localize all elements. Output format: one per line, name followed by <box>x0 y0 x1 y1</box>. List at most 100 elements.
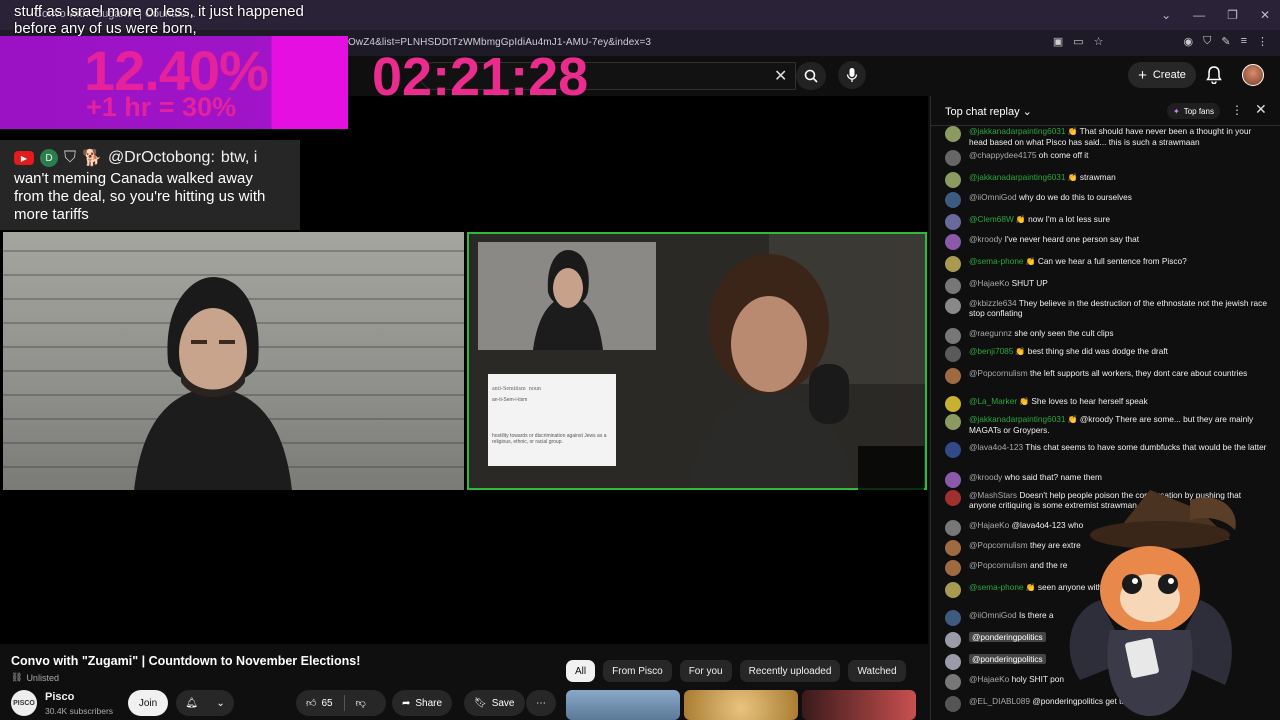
chip-watched[interactable]: Watched <box>848 660 906 682</box>
chat-avatar[interactable] <box>945 126 961 142</box>
like-count[interactable]: 65 <box>321 698 332 709</box>
chat-avatar[interactable] <box>945 192 961 208</box>
chat-message[interactable]: @chappydee4175 oh come off it <box>945 150 1275 166</box>
chat-message[interactable]: @Popcornulism the left supports all work… <box>945 368 1275 384</box>
chat-username[interactable]: @kroody <box>969 472 1002 482</box>
close-chat-icon[interactable]: ✕ <box>1255 101 1267 118</box>
chat-message[interactable]: @jakkanadarpainting6031 👏 That should hav… <box>945 126 1275 147</box>
share-button[interactable]: ➦ Share <box>392 690 453 716</box>
chat-message[interactable]: @kroody I've never heard one person say … <box>945 234 1275 250</box>
join-button[interactable]: Join <box>128 690 168 716</box>
chat-message[interactable]: @HajaeKo SHUT UP <box>945 278 1275 294</box>
channel-name[interactable]: Pisco <box>45 691 74 703</box>
chat-username[interactable]: @sema-phone <box>969 256 1024 266</box>
chat-message[interactable]: @iiOmniGod why do we do this to ourselve… <box>945 192 1275 208</box>
chat-message[interactable]: @MashStars Doesn't help people poison th… <box>945 490 1275 510</box>
chat-message-list[interactable]: @jakkanadarpainting6031 👏 That should hav… <box>931 126 1280 720</box>
chat-username[interactable]: @Popcornulism <box>969 368 1028 378</box>
chat-message[interactable]: @HajaeKo holy SHIT pon <box>945 674 1275 690</box>
chip-for-you[interactable]: For you <box>679 660 732 682</box>
related-thumbnail[interactable] <box>566 690 680 720</box>
tab-list-icon[interactable]: ⌄ <box>1161 8 1171 22</box>
chat-avatar[interactable] <box>945 150 961 166</box>
chat-message[interactable]: @kbizzle634 They believe in the destruct… <box>945 298 1275 318</box>
chat-avatar[interactable] <box>945 490 961 506</box>
chat-avatar[interactable] <box>945 368 961 384</box>
chat-message[interactable]: @La_Marker 👏 She loves to hear herself sp… <box>945 396 1275 412</box>
chat-avatar[interactable] <box>945 414 961 430</box>
chat-username[interactable]: @Clem68W <box>969 214 1014 224</box>
chat-username[interactable]: @iiOmniGod <box>969 192 1017 202</box>
chat-message[interactable]: @lava4o4-123 This chat seems to have som… <box>945 442 1275 458</box>
chat-avatar[interactable] <box>945 214 961 230</box>
related-thumbnail[interactable] <box>684 690 798 720</box>
chat-avatar[interactable] <box>945 172 961 188</box>
chat-avatar[interactable] <box>945 472 961 488</box>
account-avatar[interactable] <box>1242 64 1264 86</box>
chat-username[interactable]: @ponderingpolitics <box>969 654 1046 664</box>
top-fans-button[interactable]: ✦ Top fans <box>1167 103 1220 119</box>
chat-username[interactable]: @kroody <box>969 234 1002 244</box>
chat-avatar[interactable] <box>945 610 961 626</box>
maximize-icon[interactable]: ❐ <box>1227 8 1238 22</box>
related-thumbnail[interactable] <box>802 690 916 720</box>
chip-all[interactable]: All <box>566 660 596 682</box>
search-button[interactable] <box>796 62 826 90</box>
chat-more-icon[interactable]: ⋮ <box>1231 103 1243 117</box>
chat-avatar[interactable] <box>945 298 961 314</box>
save-button[interactable]: 🔖︎ Save <box>464 690 525 716</box>
profile-icon[interactable]: ◉ <box>1184 35 1194 48</box>
chat-message[interactable]: @Clem68W 👏 now I'm a lot less sure <box>945 214 1275 230</box>
chat-avatar[interactable] <box>945 234 961 250</box>
chat-message[interactable]: @benji7085 👏 best thing she did was dodge… <box>945 346 1275 362</box>
chat-username[interactable]: @HajaeKo <box>969 674 1009 684</box>
shield-icon[interactable]: ⛉ <box>1203 35 1211 48</box>
notifications-bell-icon[interactable] <box>1206 66 1222 84</box>
chat-username[interactable]: @jakkanadarpainting6031 <box>969 126 1066 136</box>
chat-message[interactable]: @EL_DIABL089 @ponderingpolitics get the … <box>945 696 1275 712</box>
chat-username[interactable]: @jakkanadarpainting6031 <box>969 414 1066 424</box>
chat-username[interactable]: @HajaeKo <box>969 520 1009 530</box>
minimize-icon[interactable]: — <box>1193 8 1205 22</box>
chat-username[interactable]: @Popcornulism <box>969 560 1028 570</box>
chat-avatar[interactable] <box>945 442 961 458</box>
chat-message[interactable]: @Popcornulism they are extre <box>945 540 1275 556</box>
chat-username[interactable]: @jakkanadarpainting6031 <box>969 172 1066 182</box>
chat-message[interactable]: @kroody who said that? name them <box>945 472 1275 488</box>
chip-recently-uploaded[interactable]: Recently uploaded <box>739 660 841 682</box>
chat-message[interactable]: @iiOmniGod Is there a <box>945 610 1275 626</box>
chat-avatar[interactable] <box>945 696 961 712</box>
chat-message[interactable]: @jakkanadarpainting6031 👏 strawman <box>945 172 1275 188</box>
chat-avatar[interactable] <box>945 582 961 598</box>
chat-username[interactable]: @MashStars <box>969 490 1017 500</box>
chat-username[interactable]: @lava4o4-123 <box>969 442 1023 452</box>
clear-search-icon[interactable]: ✕ <box>774 66 787 86</box>
chat-avatar[interactable] <box>945 674 961 690</box>
chat-username[interactable]: @Popcornulism <box>969 540 1028 550</box>
chat-avatar[interactable] <box>945 328 961 344</box>
chat-username[interactable]: @ponderingpolitics <box>969 632 1046 642</box>
like-icon[interactable]: 👍︎ <box>306 697 316 709</box>
chat-message[interactable]: @raegunnz she only seen the cult clips <box>945 328 1275 344</box>
chat-avatar[interactable] <box>945 632 961 648</box>
chat-message[interactable]: @ponderingpolitics <box>945 632 1275 648</box>
chat-message[interactable]: @jakkanadarpainting6031 👏 @kroody There a… <box>945 414 1275 435</box>
chat-username[interactable]: @iiOmniGod <box>969 610 1017 620</box>
browser-menu-icon[interactable]: ⋮ <box>1257 35 1268 48</box>
chat-message[interactable]: @Popcornulism and the re <box>945 560 1275 576</box>
chat-avatar[interactable] <box>945 346 961 362</box>
chat-avatar[interactable] <box>945 256 961 272</box>
chat-avatar[interactable] <box>945 520 961 536</box>
subscription-bell-button[interactable]: 🔔︎ ⌄ <box>176 690 234 716</box>
chat-avatar[interactable] <box>945 560 961 576</box>
chat-username[interactable]: @sema-phone <box>969 582 1024 592</box>
more-actions-button[interactable]: ⋯ <box>526 690 556 716</box>
channel-avatar[interactable]: PISCO <box>11 690 37 716</box>
pip-icon[interactable]: ▣ <box>1053 35 1063 48</box>
chat-avatar[interactable] <box>945 654 961 670</box>
chat-message[interactable]: @sema-phone 👏 Can we hear a full sentence… <box>945 256 1275 272</box>
chat-avatar[interactable] <box>945 540 961 556</box>
chat-username[interactable]: @La_Marker <box>969 396 1017 406</box>
close-window-icon[interactable]: ✕ <box>1260 8 1270 22</box>
create-button[interactable]: + Create <box>1128 62 1196 88</box>
